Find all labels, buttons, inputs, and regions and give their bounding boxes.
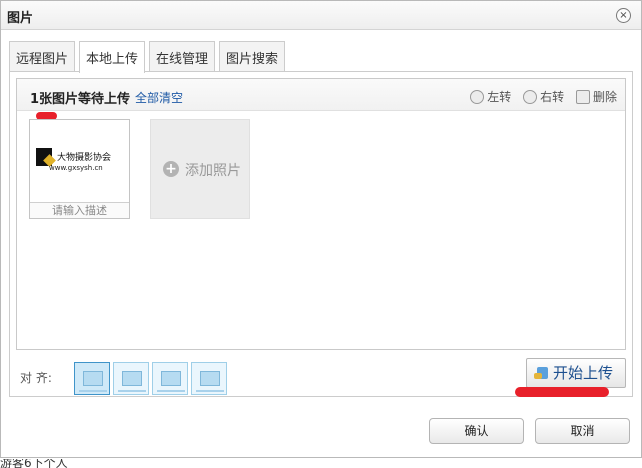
tab-bar: 远程图片 本地上传 在线管理 图片搜索 <box>9 41 289 73</box>
align-center-button[interactable] <box>152 362 188 395</box>
delete-button[interactable]: 删除 <box>575 90 617 104</box>
align-label: 对 齐: <box>20 371 52 385</box>
image-tools: 左转 右转 删除 <box>462 88 617 105</box>
image-dialog: 图片 × 远程图片 本地上传 在线管理 图片搜索 1张图片等待上传 全部清空 左… <box>0 0 642 458</box>
align-center-icon <box>161 371 181 386</box>
rotate-left-label: 左转 <box>487 90 512 104</box>
underlay-text: 游客6下个人 <box>0 459 68 468</box>
start-upload-label: 开始上传 <box>553 364 614 382</box>
close-icon[interactable]: × <box>616 8 631 23</box>
align-none-button[interactable] <box>74 362 110 395</box>
queue-status: 1张图片等待上传 <box>30 92 131 107</box>
align-left-icon <box>122 371 142 386</box>
queue-statusbar: 1张图片等待上传 全部清空 左转 右转 删除 <box>17 79 625 111</box>
annotation-mark-upload <box>515 387 609 397</box>
dialog-title: 图片 <box>7 11 34 26</box>
align-none-icon <box>83 371 103 386</box>
align-left-line <box>118 390 146 392</box>
align-center-line <box>157 390 185 392</box>
align-right-line <box>196 390 224 392</box>
rotate-right-icon <box>523 90 538 104</box>
image-thumbnail[interactable]: 大物摄影协会 www.gxsysh.cn 请输入描述 <box>29 119 130 219</box>
delete-icon <box>575 90 590 104</box>
align-right-button[interactable] <box>191 362 227 395</box>
rotate-left-icon <box>470 90 485 104</box>
delete-label: 删除 <box>592 90 617 104</box>
dialog-titlebar: 图片 × <box>1 1 641 30</box>
tab-image-search[interactable]: 图片搜索 <box>219 41 286 72</box>
add-photo-button[interactable]: + 添加照片 <box>150 119 250 219</box>
upload-queue-area: 1张图片等待上传 全部清空 左转 右转 删除 大物摄影协会 www.gxsysh… <box>16 78 626 350</box>
rotate-left-button[interactable]: 左转 <box>470 90 511 104</box>
confirm-button[interactable]: 确认 <box>429 418 524 444</box>
upload-panel: 1张图片等待上传 全部清空 左转 右转 删除 大物摄影协会 www.gxsysh… <box>9 71 633 397</box>
tab-remote-image[interactable]: 远程图片 <box>9 41 76 72</box>
align-left-button[interactable] <box>113 362 149 395</box>
start-upload-button[interactable]: 开始上传 <box>526 358 626 388</box>
tab-online-manage[interactable]: 在线管理 <box>149 41 216 72</box>
tab-local-upload[interactable]: 本地上传 <box>79 41 146 73</box>
plus-icon: + <box>163 161 179 177</box>
rotate-right-button[interactable]: 右转 <box>523 90 564 104</box>
description-input[interactable]: 请输入描述 <box>30 202 129 218</box>
thumbnail-logo-url: www.gxsysh.cn <box>49 164 103 172</box>
upload-icon <box>534 367 548 379</box>
align-right-icon <box>200 371 220 386</box>
thumbnail-preview: 大物摄影协会 www.gxsysh.cn <box>30 120 129 202</box>
cancel-button[interactable]: 取消 <box>535 418 630 444</box>
add-photo-label: 添加照片 <box>185 163 241 179</box>
align-none-line <box>79 390 107 392</box>
rotate-right-label: 右转 <box>540 90 565 104</box>
clear-all-link[interactable]: 全部清空 <box>135 89 183 106</box>
thumbnail-logo-text: 大物摄影协会 <box>57 153 112 163</box>
underlay-strip <box>0 458 642 468</box>
